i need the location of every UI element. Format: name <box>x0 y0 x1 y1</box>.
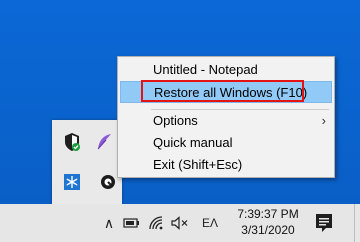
feather-icon[interactable] <box>94 132 114 152</box>
submenu-arrow-icon: › <box>321 113 326 128</box>
menu-item-label: Untitled - Notepad <box>153 62 258 77</box>
menu-item-untitled-notepad[interactable]: Untitled - Notepad <box>120 59 332 81</box>
menu-item-label: Exit (Shift+Esc) <box>153 157 243 172</box>
taskbar-clock[interactable]: 7:39:37 PM 3/31/2020 <box>234 206 302 240</box>
menu-item-label: Options <box>153 113 198 128</box>
menu-item-label: Quick manual <box>153 135 233 150</box>
action-center-icon[interactable] <box>310 210 338 236</box>
highlight-annotation-frame <box>141 80 304 102</box>
defender-shield-icon[interactable] <box>62 132 82 152</box>
tray-overflow-flyout <box>52 120 122 204</box>
clock-date: 3/31/2020 <box>241 223 295 237</box>
menu-item-exit[interactable]: Exit (Shift+Esc) <box>120 154 332 176</box>
clock-time: 7:39:37 PM <box>237 207 299 221</box>
show-hidden-icons-chevron[interactable]: ∧ <box>100 204 118 242</box>
menu-item-quick-manual[interactable]: Quick manual <box>120 132 332 154</box>
context-menu: Untitled - Notepad Restore all Windows (… <box>117 56 335 178</box>
volume-muted-icon[interactable] <box>170 204 190 242</box>
wifi-icon[interactable] <box>146 204 166 242</box>
menu-item-options[interactable]: Options › <box>120 110 332 132</box>
snowflake-icon[interactable] <box>62 172 82 192</box>
app-circle-icon[interactable] <box>98 172 118 192</box>
input-indicator[interactable]: EΛ <box>198 204 222 242</box>
taskbar: ∧ EΛ 7:39:37 PM 3/31/2020 <box>0 204 360 242</box>
show-desktop-button[interactable] <box>354 204 360 242</box>
battery-icon[interactable] <box>122 204 142 242</box>
